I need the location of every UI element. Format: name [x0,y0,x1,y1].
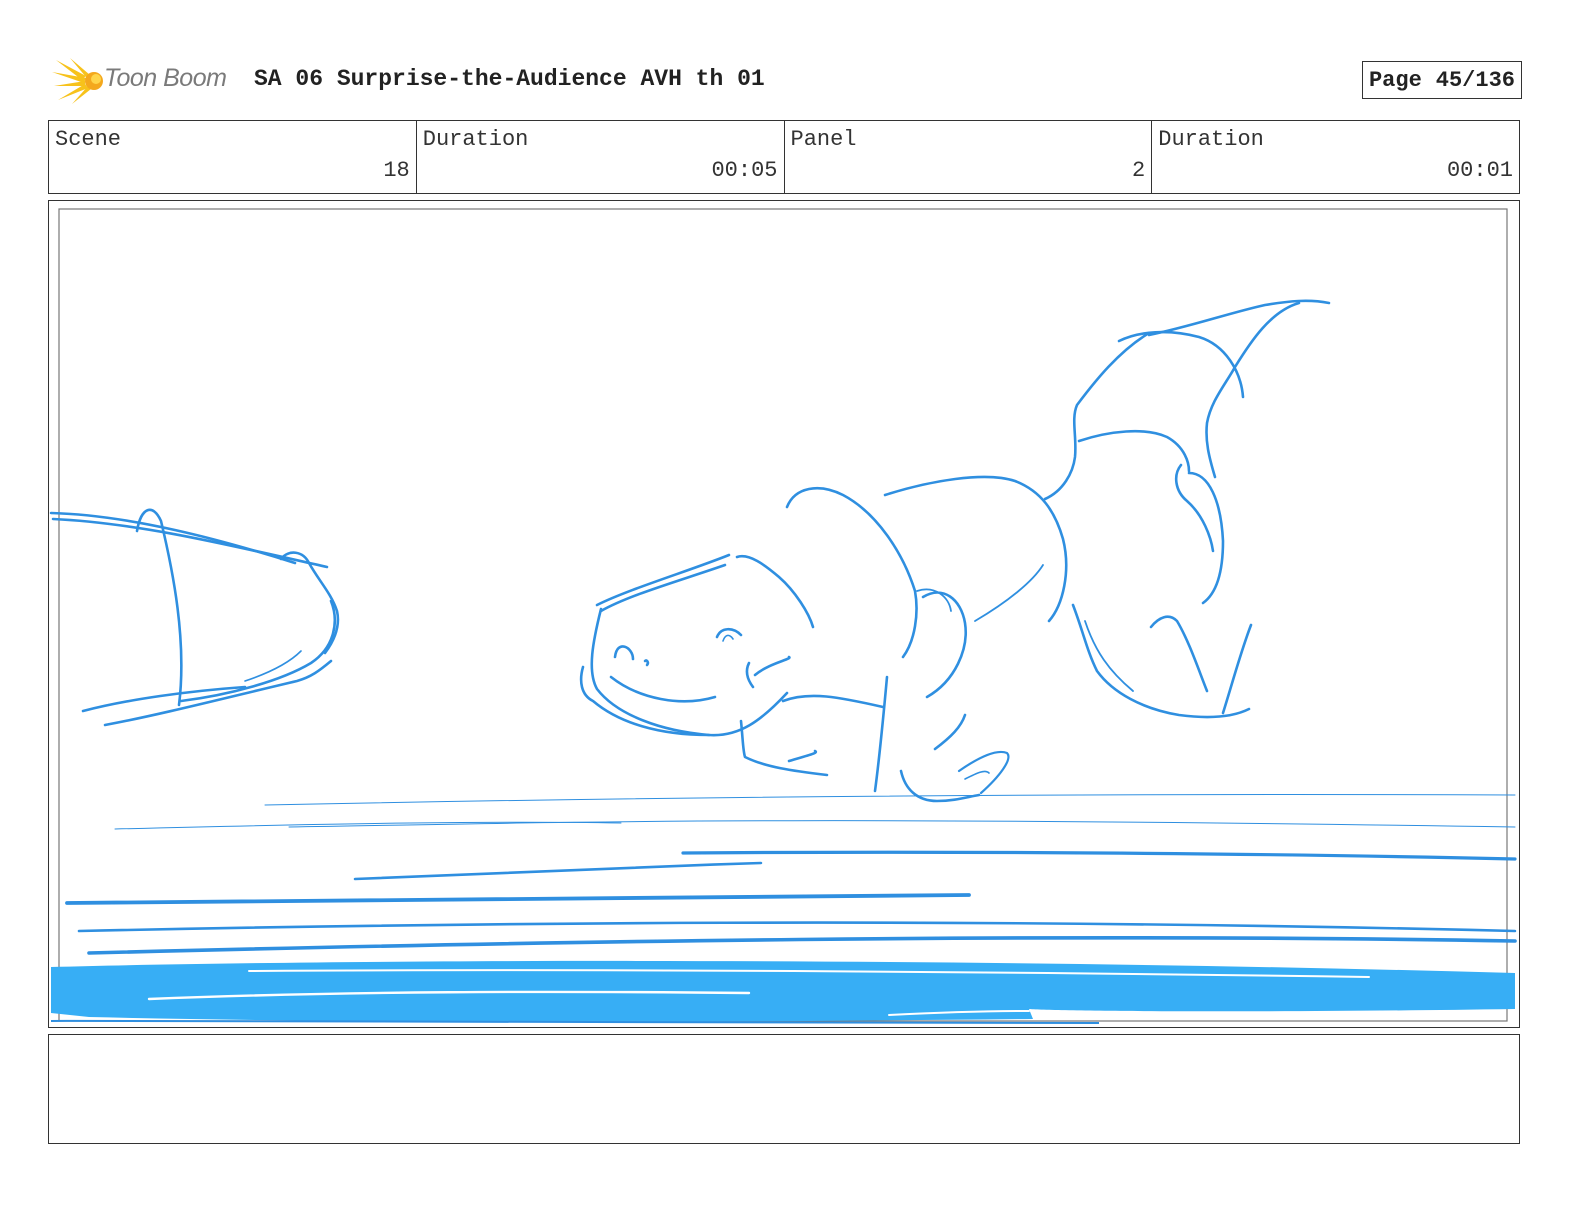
creature-sketch [579,299,1331,803]
panel-sketch [49,208,1517,1024]
page-indicator: Page 45/136 [1361,61,1522,99]
panel-duration-value: 00:01 [1446,158,1513,183]
document-title: SA 06 Surprise-the-Audience AVH th 01 [254,66,765,92]
left-object-sketch [49,508,340,727]
page-number: 45/136 [1435,68,1515,93]
scene-duration-cell: Duration 00:05 [417,121,785,193]
logo-text: Toon Boom [104,64,227,92]
panel-value: 2 [1132,158,1146,183]
toon-boom-logo: Toon Boom [52,56,242,106]
panel-notes-area [48,1034,1520,1144]
panel-duration-label: Duration [1158,127,1264,152]
storyboard-header: Toon Boom SA 06 Surprise-the-Audience AV… [48,56,1540,106]
starburst-icon [52,58,103,104]
scene-duration-label: Duration [422,127,529,152]
scene-label: Scene [55,127,122,152]
panel-label: Panel [790,127,857,152]
ground-speed-lines [65,793,1517,955]
storyboard-panel [48,200,1520,1028]
scene-info-table: Scene 18 Duration 00:05 Panel 2 Duration… [48,120,1520,194]
scene-duration-value: 00:05 [711,158,778,183]
scene-value: 18 [383,158,410,183]
panel-cell: Panel 2 [785,121,1153,193]
scene-cell: Scene 18 [49,121,417,193]
page-label: Page [1368,68,1422,93]
panel-duration-cell: Duration 00:01 [1152,121,1519,193]
safe-frame [58,208,1508,1022]
